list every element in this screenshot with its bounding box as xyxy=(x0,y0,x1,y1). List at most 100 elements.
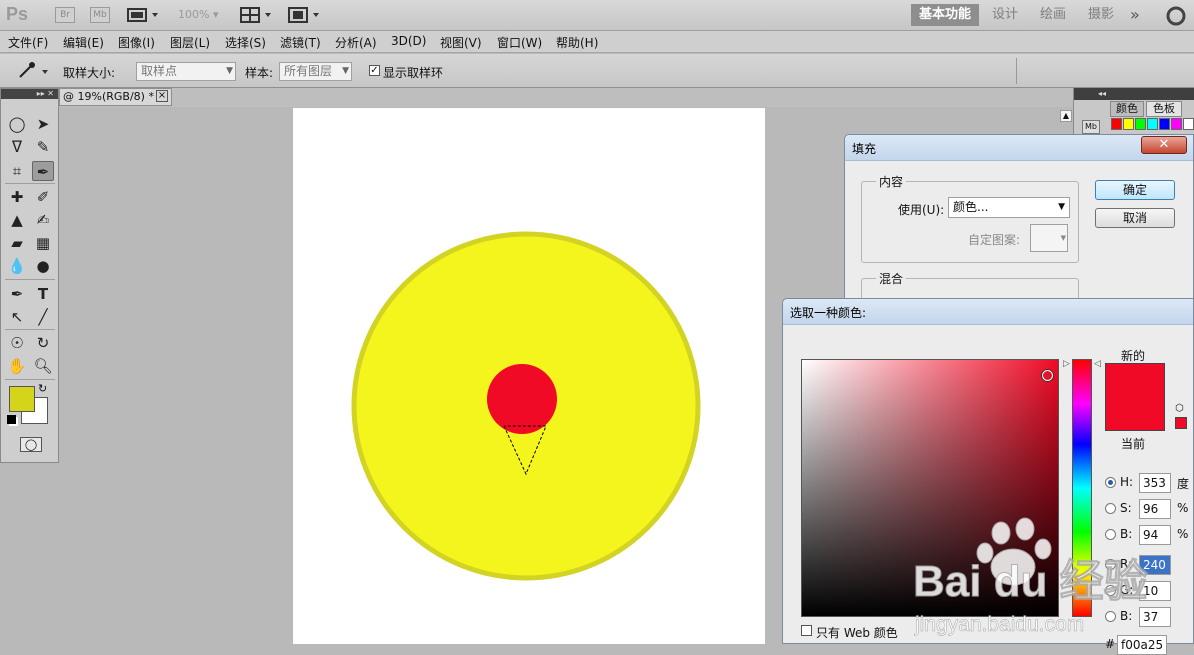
panel-collapse-icon[interactable]: ▸▸ ✕ xyxy=(1,89,58,99)
workspace-painting[interactable]: 绘画 xyxy=(1032,4,1074,26)
red-circle xyxy=(487,364,557,434)
mini-bridge-button[interactable]: Mb xyxy=(90,7,110,23)
slider-left-arrow-icon[interactable]: ▷ xyxy=(1063,359,1070,369)
chevron-down-icon: ▼ xyxy=(1060,234,1066,242)
zoom-level[interactable]: 100% ▾ xyxy=(178,8,218,21)
mini-bridge-panel-icon[interactable]: Mb xyxy=(1082,120,1100,134)
current-color-label: 当前 xyxy=(1121,437,1146,451)
arrange-documents-button[interactable] xyxy=(240,7,274,23)
move-tool-icon[interactable]: ➤ xyxy=(32,114,54,134)
pen-tool-icon[interactable]: ✒ xyxy=(6,284,28,304)
quick-mask-icon[interactable]: ◯ xyxy=(20,437,42,452)
new-color-swatch xyxy=(1105,363,1165,431)
sample-select[interactable]: 所有图层 ▼ xyxy=(279,62,352,81)
swap-colors-icon[interactable]: ↻ xyxy=(38,382,47,395)
3d-orbit-tool-icon[interactable]: ↻ xyxy=(32,333,54,353)
show-sampling-ring-checkbox[interactable]: ✓ xyxy=(369,65,380,76)
dock-collapse-icon[interactable]: ◂◂ xyxy=(1074,88,1194,100)
hue-input[interactable]: 353 xyxy=(1139,473,1171,493)
fill-dialog: 填充 ✕ 内容 使用(U): 颜色... ▼ 自定图案: ▼ 混合 确定 取消 xyxy=(844,134,1194,318)
crop-tool-icon[interactable]: ⌗ xyxy=(6,161,28,181)
close-tab-icon[interactable]: × xyxy=(156,90,168,102)
default-colors-icon[interactable] xyxy=(7,415,16,424)
eyedropper-tool-icon[interactable]: ✒ xyxy=(32,161,54,181)
swatch-1[interactable] xyxy=(1123,118,1134,130)
quick-selection-tool-icon[interactable]: ✎ xyxy=(32,137,54,157)
custom-pattern-label: 自定图案: xyxy=(968,233,1021,247)
color-cursor-icon[interactable] xyxy=(1042,370,1053,381)
menu-file[interactable]: 文件(F) xyxy=(8,34,48,51)
bridge-button[interactable]: Br xyxy=(55,7,75,23)
menu-help[interactable]: 帮助(H) xyxy=(556,34,598,51)
line-tool-icon[interactable]: ╱ xyxy=(32,307,54,327)
swatch-0[interactable] xyxy=(1111,118,1122,130)
view-extras-button[interactable] xyxy=(127,7,161,23)
screen-mode-button[interactable] xyxy=(288,7,322,23)
document-canvas[interactable] xyxy=(293,108,765,644)
spot-healing-tool-icon[interactable]: ✚ xyxy=(6,187,28,207)
history-brush-tool-icon[interactable]: ✍ xyxy=(32,210,54,230)
use-select[interactable]: 颜色... ▼ xyxy=(948,197,1070,218)
cube-icon[interactable]: ⬡ xyxy=(1175,403,1184,414)
brush-tool-icon[interactable]: ✐ xyxy=(32,187,54,207)
photoshop-logo: Ps xyxy=(6,4,29,24)
custom-pattern-picker[interactable]: ▼ xyxy=(1030,224,1068,252)
saturation-radio[interactable] xyxy=(1105,503,1116,514)
tab-color[interactable]: 颜色 xyxy=(1110,101,1144,117)
scroll-up-icon[interactable]: ▲ xyxy=(1060,110,1072,122)
web-safe-swatch-icon[interactable] xyxy=(1175,417,1187,429)
eraser-tool-icon[interactable]: ▰ xyxy=(6,233,28,253)
menu-3d[interactable]: 3D(D) xyxy=(391,34,426,48)
workspace-essentials[interactable]: 基本功能 xyxy=(911,4,980,26)
foreground-color-swatch[interactable] xyxy=(9,386,35,412)
swatch-4[interactable] xyxy=(1159,118,1170,130)
workspace-design[interactable]: 设计 xyxy=(984,4,1026,26)
menu-window[interactable]: 窗口(W) xyxy=(497,34,542,51)
3d-rotate-tool-icon[interactable]: ☉ xyxy=(6,333,28,353)
document-tab[interactable]: @ 19%(RGB/8) * × xyxy=(59,88,172,106)
menu-edit[interactable]: 编辑(E) xyxy=(63,34,104,51)
marquee-tool-icon[interactable]: ◯ xyxy=(6,114,28,134)
path-selection-tool-icon[interactable]: ↖ xyxy=(6,307,28,327)
cs-live-icon[interactable] xyxy=(1166,6,1186,26)
color-picker-titlebar[interactable]: 选取一种颜色: xyxy=(783,299,1193,325)
divider xyxy=(1016,58,1017,84)
swatch-3[interactable] xyxy=(1147,118,1158,130)
web-colors-only-label: 只有 Web 颜色 xyxy=(816,626,898,640)
menu-bar: 文件(F) 编辑(E) 图像(I) 图层(L) 选择(S) 滤镜(T) 分析(A… xyxy=(0,31,1194,53)
menu-view[interactable]: 视图(V) xyxy=(440,34,482,51)
zoom-tool-icon[interactable]: 🔍︎ xyxy=(32,356,54,376)
menu-filter[interactable]: 滤镜(T) xyxy=(280,34,321,51)
swatch-2[interactable] xyxy=(1135,118,1146,130)
close-button[interactable]: ✕ xyxy=(1141,136,1187,154)
fill-dialog-titlebar[interactable]: 填充 ✕ xyxy=(845,135,1193,161)
menu-analysis[interactable]: 分析(A) xyxy=(335,34,377,51)
content-group-label: 内容 xyxy=(876,173,907,190)
cancel-button[interactable]: 取消 xyxy=(1095,208,1175,228)
menu-select[interactable]: 选择(S) xyxy=(225,34,266,51)
sample-size-select[interactable]: 取样点 ▼ xyxy=(136,62,236,81)
tab-swatches[interactable]: 色板 xyxy=(1146,101,1182,117)
ok-button[interactable]: 确定 xyxy=(1095,180,1175,200)
gradient-tool-icon[interactable]: ▦ xyxy=(32,233,54,253)
web-colors-only-checkbox[interactable] xyxy=(801,625,812,636)
swatch-6[interactable] xyxy=(1183,118,1194,130)
blur-tool-icon[interactable]: 💧 xyxy=(6,256,28,276)
film-icon xyxy=(127,8,158,22)
lasso-tool-icon[interactable]: ᐁ xyxy=(6,137,28,157)
more-workspaces-icon[interactable]: » xyxy=(1122,4,1148,26)
swatch-5[interactable] xyxy=(1171,118,1182,130)
hand-tool-icon[interactable]: ✋ xyxy=(6,356,28,376)
type-tool-icon[interactable]: T xyxy=(32,284,54,304)
arrange-icon xyxy=(240,7,271,23)
menu-layer[interactable]: 图层(L) xyxy=(170,34,210,51)
dodge-tool-icon[interactable]: ● xyxy=(32,256,54,276)
baidu-watermark: Bai du 经验 jingyan.baidu.com xyxy=(905,515,1175,640)
hue-radio[interactable] xyxy=(1105,477,1116,488)
slider-right-arrow-icon[interactable]: ◁ xyxy=(1094,359,1101,369)
clone-stamp-tool-icon[interactable]: ▲ xyxy=(6,210,28,230)
menu-image[interactable]: 图像(I) xyxy=(118,34,155,51)
workspace-photography[interactable]: 摄影 xyxy=(1080,4,1122,26)
tools-panel: ▸▸ ✕ ◯ ➤ ᐁ ✎ ⌗ ✒ ✚ ✐ ▲ ✍ ▰ ▦ 💧 ● ✒ T ↖ ╱… xyxy=(0,88,59,463)
tool-preset-picker[interactable] xyxy=(14,61,52,81)
